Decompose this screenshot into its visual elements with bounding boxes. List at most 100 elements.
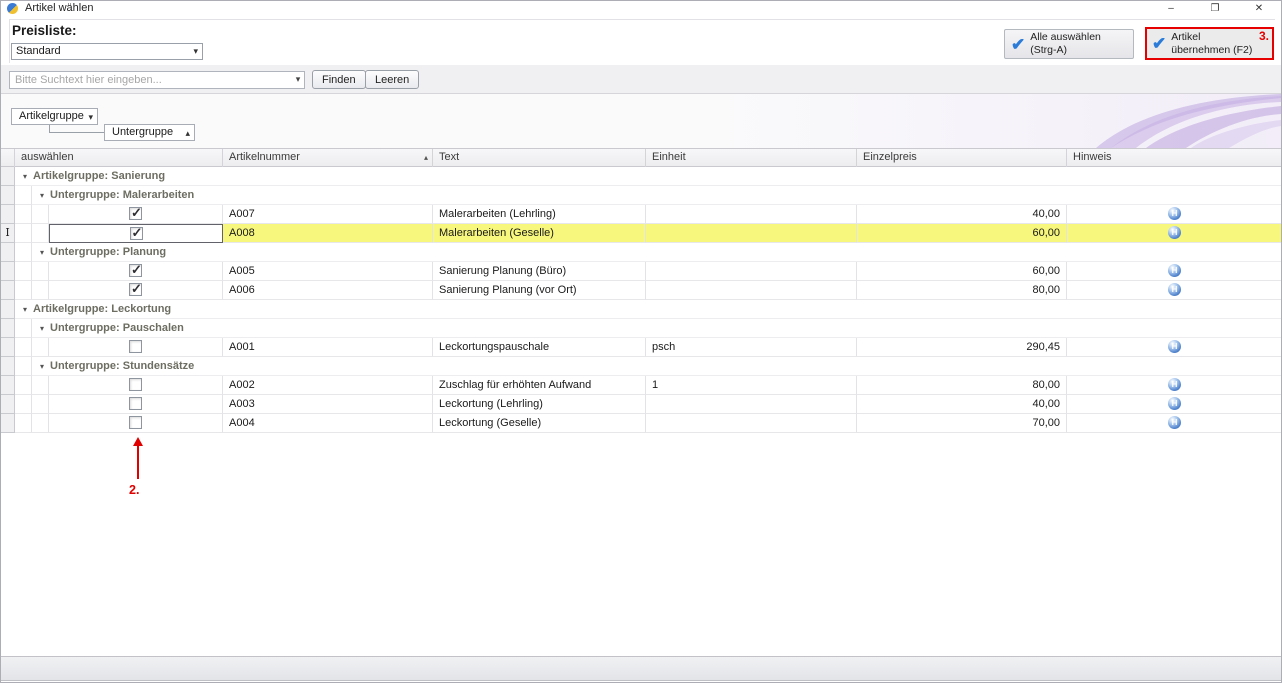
text-cell[interactable]: Leckortung (Lehrling): [433, 395, 646, 414]
row-indicator[interactable]: [1, 167, 15, 186]
search-dropdown-icon[interactable]: ▾: [291, 71, 305, 89]
hinweis-icon[interactable]: H: [1168, 340, 1181, 353]
hinweis-icon[interactable]: H: [1168, 397, 1181, 410]
minimize-icon[interactable]: –: [1149, 1, 1193, 17]
artikelnummer-cell[interactable]: A003: [223, 395, 433, 414]
clear-button[interactable]: Leeren: [365, 70, 419, 89]
text-cell[interactable]: Malerarbeiten (Lehrling): [433, 205, 646, 224]
column-header-einzelpreis[interactable]: Einzelpreis: [857, 149, 1067, 167]
einheit-cell[interactable]: [646, 205, 857, 224]
hinweis-icon[interactable]: H: [1168, 283, 1181, 296]
hinweis-icon[interactable]: H: [1168, 207, 1181, 220]
row-indicator[interactable]: [1, 338, 15, 357]
einheit-cell[interactable]: [646, 395, 857, 414]
group-header[interactable]: ▾Artikelgruppe: Leckortung: [15, 300, 1281, 319]
artikelnummer-cell[interactable]: A007: [223, 205, 433, 224]
text-cell[interactable]: Malerarbeiten (Geselle): [433, 224, 646, 243]
row-checkbox[interactable]: [129, 397, 142, 410]
artikelnummer-cell[interactable]: A005: [223, 262, 433, 281]
group-header[interactable]: ▾Untergruppe: Planung: [32, 243, 1281, 262]
einzelpreis-cell[interactable]: 70,00: [857, 414, 1067, 433]
text-cell[interactable]: Zuschlag für erhöhten Aufwand: [433, 376, 646, 395]
indent-cell: [32, 338, 49, 357]
artikelnummer-cell[interactable]: A001: [223, 338, 433, 357]
einzelpreis-cell[interactable]: 60,00: [857, 262, 1067, 281]
preisliste-dropdown[interactable]: Standard ▾: [11, 43, 203, 60]
row-indicator[interactable]: [1, 376, 15, 395]
group-expanded-icon[interactable]: ▾: [23, 168, 27, 186]
row-indicator[interactable]: [1, 395, 15, 414]
indent-cell: [15, 186, 32, 205]
indent-cell: [32, 224, 49, 243]
text-cell[interactable]: Leckortung (Geselle): [433, 414, 646, 433]
einzelpreis-cell[interactable]: 80,00: [857, 376, 1067, 395]
group-header[interactable]: ▾ Untergruppe: Stundensätze: [32, 357, 1281, 376]
einheit-cell[interactable]: [646, 224, 857, 243]
text-cell[interactable]: Sanierung Planung (vor Ort): [433, 281, 646, 300]
row-indicator[interactable]: [1, 300, 15, 319]
row-indicator[interactable]: [1, 414, 15, 433]
group-label: Artikelgruppe: Sanierung: [33, 170, 165, 182]
hinweis-icon[interactable]: H: [1168, 226, 1181, 239]
group-expanded-icon[interactable]: ▾: [23, 301, 27, 319]
group-label: Untergruppe: Stundensätze: [50, 360, 194, 372]
group1-label: Artikelgruppe: [19, 110, 84, 122]
row-checkbox[interactable]: [129, 378, 142, 391]
group-expanded-icon[interactable]: ▾: [40, 244, 44, 262]
column-header-text[interactable]: Text: [433, 149, 646, 167]
hinweis-cell: H: [1067, 414, 1282, 433]
hinweis-icon[interactable]: H: [1168, 378, 1181, 391]
einheit-cell[interactable]: psch: [646, 338, 857, 357]
row-checkbox[interactable]: ✓: [129, 283, 142, 296]
search-input[interactable]: [9, 71, 305, 89]
artikelnummer-cell[interactable]: A008: [223, 224, 433, 243]
row-indicator[interactable]: [1, 262, 15, 281]
row-checkbox[interactable]: ✓: [129, 264, 142, 277]
einzelpreis-cell[interactable]: 40,00: [857, 205, 1067, 224]
apply-button[interactable]: Artikel übernehmen (F2): [1171, 31, 1252, 57]
auswaehlen-cell: ✓: [49, 205, 223, 224]
group-expanded-icon[interactable]: ▾: [40, 320, 44, 338]
artikelnummer-cell[interactable]: A006: [223, 281, 433, 300]
text-cell[interactable]: Sanierung Planung (Büro): [433, 262, 646, 281]
row-indicator[interactable]: [1, 186, 15, 205]
einheit-cell[interactable]: 1: [646, 376, 857, 395]
group-header[interactable]: ▾Untergruppe: Pauschalen: [32, 319, 1281, 338]
einzelpreis-cell[interactable]: 290,45: [857, 338, 1067, 357]
hinweis-icon[interactable]: H: [1168, 264, 1181, 277]
column-header-auswaehlen[interactable]: auswählen: [15, 149, 223, 167]
group-by-untergruppe-chip[interactable]: Untergruppe ▴: [104, 124, 195, 141]
group-header[interactable]: ▾ Artikelgruppe: Sanierung: [15, 167, 1281, 186]
artikelnummer-cell[interactable]: A004: [223, 414, 433, 433]
row-indicator[interactable]: [1, 205, 15, 224]
find-button[interactable]: Finden: [312, 70, 366, 89]
select-all-button[interactable]: ✔ Alle auswählen (Strg-A): [1004, 29, 1134, 59]
einheit-cell[interactable]: [646, 414, 857, 433]
row-indicator[interactable]: [1, 357, 15, 376]
text-cell[interactable]: Leckortungspauschale: [433, 338, 646, 357]
einzelpreis-cell[interactable]: 80,00: [857, 281, 1067, 300]
column-header-hinweis[interactable]: Hinweis: [1067, 149, 1282, 167]
row-checkbox[interactable]: [129, 340, 142, 353]
row-indicator[interactable]: [1, 243, 15, 262]
row-checkbox[interactable]: [129, 416, 142, 429]
row-indicator[interactable]: [1, 319, 15, 338]
row-indicator[interactable]: [1, 281, 15, 300]
group-expanded-icon[interactable]: ▾: [40, 187, 44, 205]
row-checkbox[interactable]: ✓: [129, 207, 142, 220]
artikelnummer-cell[interactable]: A002: [223, 376, 433, 395]
column-header-einheit[interactable]: Einheit: [646, 149, 857, 167]
einzelpreis-cell[interactable]: 40,00: [857, 395, 1067, 414]
row-checkbox[interactable]: ✓: [130, 227, 143, 240]
group-expanded-icon[interactable]: ▾: [40, 358, 44, 376]
einzelpreis-cell[interactable]: 60,00: [857, 224, 1067, 243]
group-header[interactable]: ▾Untergruppe: Malerarbeiten: [32, 186, 1281, 205]
group-by-artikelgruppe-chip[interactable]: Artikelgruppe ▾: [11, 108, 98, 125]
einheit-cell[interactable]: [646, 281, 857, 300]
einheit-cell[interactable]: [646, 262, 857, 281]
hinweis-icon[interactable]: H: [1168, 416, 1181, 429]
close-icon[interactable]: ✕: [1237, 1, 1281, 17]
column-header-artikelnummer[interactable]: Artikelnummer ▴: [223, 149, 433, 167]
maximize-icon[interactable]: ❐: [1193, 1, 1237, 17]
row-indicator[interactable]: I: [1, 224, 15, 243]
